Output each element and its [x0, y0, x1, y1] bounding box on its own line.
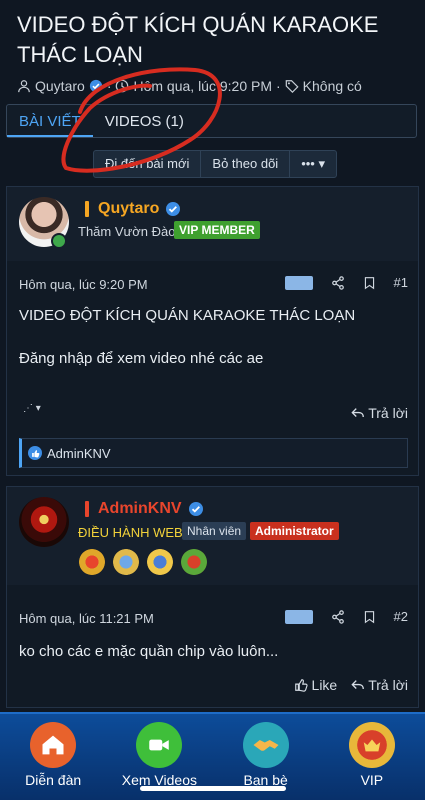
- reply-button[interactable]: Trả lời: [351, 405, 408, 421]
- reply-label: Trả lời: [368, 405, 408, 421]
- chevron-down-icon: ▾: [318, 156, 325, 171]
- share-icon[interactable]: [331, 609, 345, 624]
- nav-label: VIP: [360, 772, 384, 788]
- post-date[interactable]: Hôm qua, lúc 9:20 PM: [19, 277, 148, 292]
- post-body-text: ko cho các e mặc quần chip vào luôn...: [19, 643, 279, 660]
- like-reaction-icon: [28, 446, 42, 460]
- post-number[interactable]: #2: [394, 609, 408, 624]
- reactions-bar[interactable]: AdminKNV: [19, 438, 408, 468]
- reply-icon: [351, 680, 365, 689]
- nav-label: Diễn đàn: [25, 772, 82, 788]
- post-actions: #1: [284, 275, 408, 290]
- trophy-badges: [79, 549, 207, 575]
- post-number[interactable]: #1: [394, 275, 408, 290]
- reply-label: Trả lời: [368, 677, 408, 693]
- meta-separator: ·: [106, 78, 112, 94]
- thread-tabs: BÀI VIẾT VIDEOS (1): [6, 104, 417, 138]
- user-rank-bar-icon: [85, 501, 89, 517]
- like-label: Like: [311, 677, 338, 693]
- thread-meta: Quytaro · Hôm qua, lúc 9:20 PM · Không c…: [17, 76, 362, 96]
- post-date[interactable]: Hôm qua, lúc 11:21 PM: [19, 611, 154, 626]
- reaction-user[interactable]: AdminKNV: [47, 446, 111, 461]
- vip-member-badge: VIP MEMBER: [174, 221, 260, 239]
- post-body-text: Đăng nhập để xem video nhé các ae: [19, 350, 264, 367]
- home-icon: [30, 722, 77, 768]
- post-1: Quytaro Thăm Vườn Đào VIP MEMBER Hôm qua…: [6, 186, 419, 476]
- trophy-icon[interactable]: [181, 549, 207, 575]
- more-dots: •••: [301, 156, 315, 171]
- nav-forum[interactable]: Diễn đàn: [0, 714, 106, 800]
- thread-author[interactable]: Quytaro: [35, 78, 85, 94]
- vip-crown-icon: [348, 722, 395, 768]
- reply-row: Like Trả lời: [294, 677, 408, 693]
- reply-button[interactable]: Trả lời: [351, 677, 408, 693]
- share-icon[interactable]: [331, 275, 345, 290]
- trophy-icon[interactable]: [113, 549, 139, 575]
- trophy-icon[interactable]: [79, 549, 105, 575]
- bookmark-icon[interactable]: [363, 610, 376, 624]
- online-status-icon: [51, 233, 67, 249]
- post-2: AdminKNV ĐIỀU HÀNH WEB Nhân viên Adminis…: [6, 486, 419, 708]
- home-indicator-bar[interactable]: [140, 786, 286, 791]
- clock-icon: [116, 79, 129, 93]
- post-title-line: VIDEO ĐỘT KÍCH QUÁN KARAOKE THÁC LOẠN: [19, 307, 356, 324]
- thread-tags: Không có: [302, 78, 362, 94]
- handshake-icon: [242, 722, 289, 768]
- user-title: Thăm Vườn Đào: [78, 224, 176, 239]
- tag-icon: [285, 80, 299, 93]
- post-user-block: Quytaro Thăm Vườn Đào VIP MEMBER: [7, 187, 418, 261]
- reply-icon: [351, 408, 365, 417]
- share-dropdown-toggle[interactable]: ⋰ ▾: [23, 403, 41, 414]
- goto-new-post-button[interactable]: Đi đến bài mới: [94, 151, 202, 177]
- verified-icon: [89, 79, 102, 93]
- reply-row: Trả lời: [351, 405, 408, 421]
- thread-title: VIDEO ĐỘT KÍCH QUÁN KARAOKE THÁC LOẠN: [17, 12, 379, 67]
- user-title: ĐIỀU HÀNH WEB: [78, 525, 183, 540]
- verified-icon: [189, 502, 203, 516]
- tab-videos[interactable]: VIDEOS (1): [93, 105, 196, 137]
- bookmark-icon[interactable]: [363, 276, 376, 290]
- trophy-icon[interactable]: [147, 549, 173, 575]
- more-options-button[interactable]: ••• ▾: [290, 151, 336, 177]
- unwatch-button[interactable]: Bỏ theo dõi: [201, 151, 291, 177]
- tab-posts[interactable]: BÀI VIẾT: [7, 105, 93, 137]
- user-rank-bar-icon: [85, 201, 89, 217]
- new-post-chip: [284, 609, 313, 624]
- administrator-badge: Administrator: [250, 522, 339, 540]
- staff-badge: Nhân viên: [182, 522, 247, 540]
- nav-vip[interactable]: VIP: [319, 714, 425, 800]
- thread-date[interactable]: Hôm qua, lúc 9:20 PM: [133, 78, 272, 94]
- post-actions: #2: [284, 609, 408, 624]
- thumbs-up-icon: [294, 679, 308, 692]
- new-post-chip: [284, 275, 313, 290]
- thread-action-buttons: Đi đến bài mới Bỏ theo dõi ••• ▾: [93, 150, 337, 178]
- post-username[interactable]: Quytaro: [98, 200, 159, 218]
- avatar[interactable]: [19, 497, 69, 547]
- post-username[interactable]: AdminKNV: [98, 500, 182, 518]
- post-user-block: AdminKNV ĐIỀU HÀNH WEB Nhân viên Adminis…: [7, 487, 418, 585]
- verified-icon: [166, 202, 180, 216]
- video-camera-icon: [136, 722, 183, 768]
- meta-separator: ·: [276, 78, 281, 94]
- user-icon: [18, 80, 30, 93]
- like-button[interactable]: Like: [294, 677, 338, 693]
